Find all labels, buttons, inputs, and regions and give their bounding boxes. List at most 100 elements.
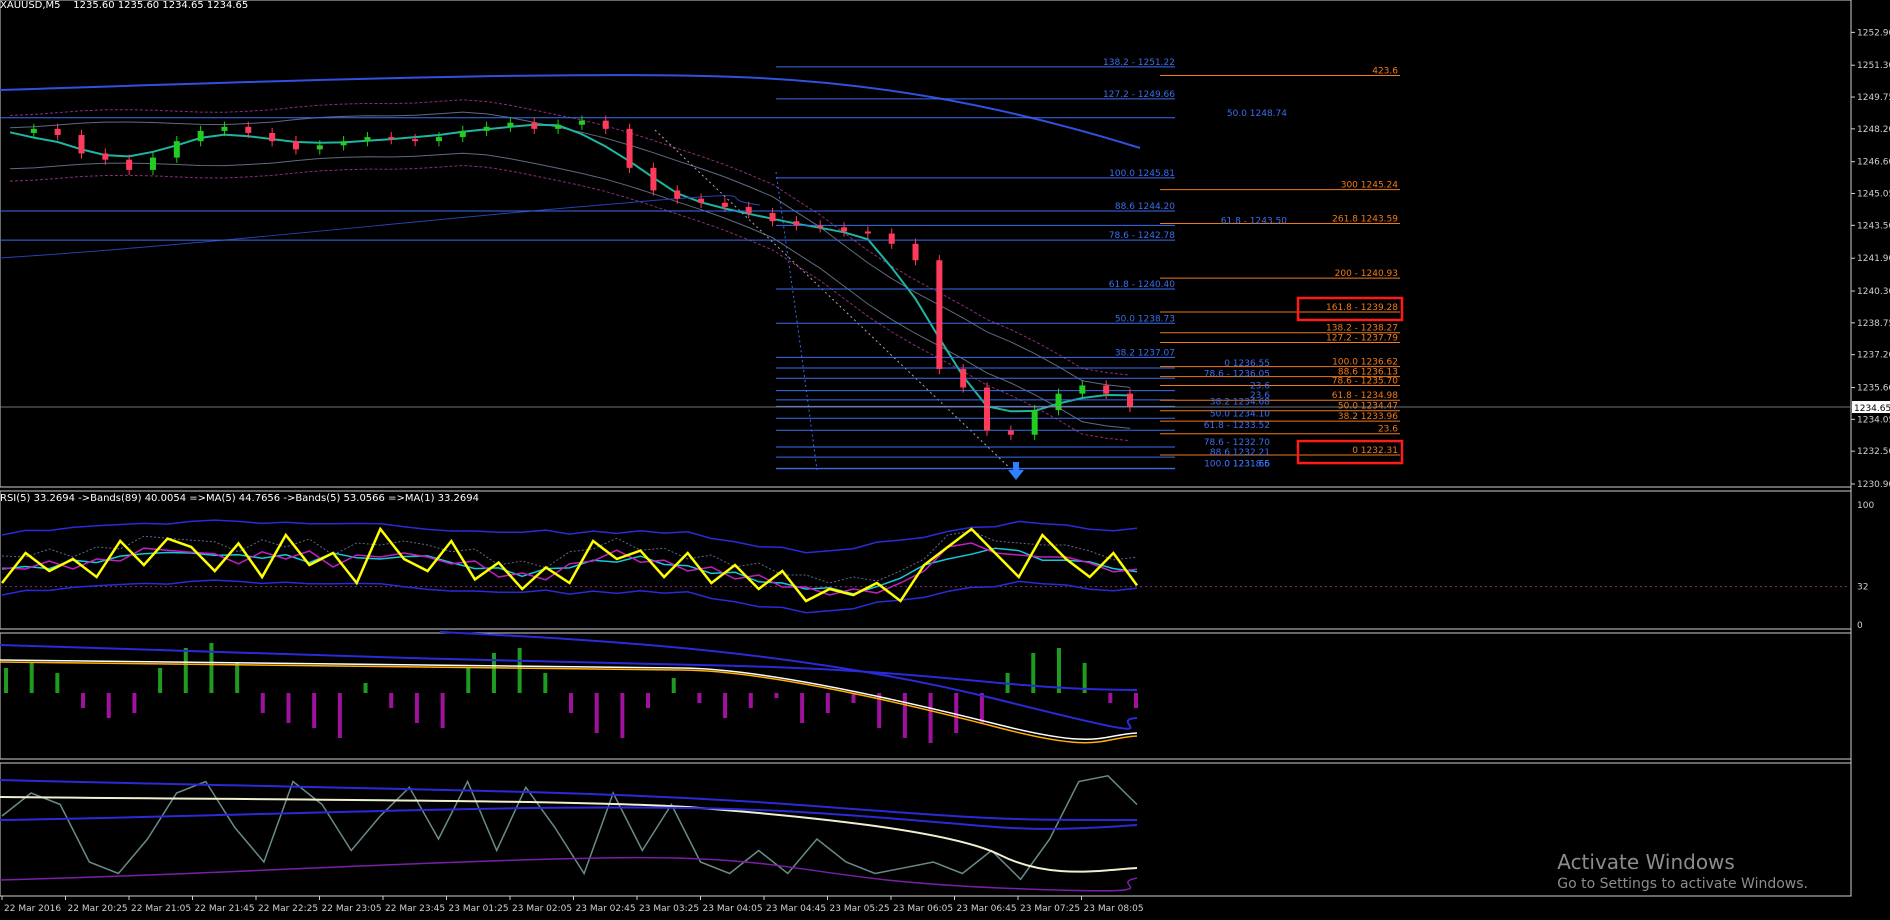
candle-body [698,198,705,203]
macd-histogram-bar [1134,693,1138,708]
time-tick-label: 22 Mar 20:25 [68,904,128,914]
fib-label-orange: 78.6 - 1235.70 [1332,376,1398,386]
macd-histogram-bar [337,693,342,738]
macd-histogram-bar [260,693,265,713]
fib-label-orange: 61.8 - 1234.98 [1332,391,1398,401]
time-tick-label: 23 Mar 07:25 [1020,904,1080,914]
macd-histogram-bar [491,653,496,693]
fib-label-blue: 0 1236.55 [1224,359,1270,369]
fib-label-blue: 50.0 1238.73 [1115,314,1175,324]
rsi-tick-label: 32 [1857,583,1868,593]
fib-label-orange: 38.2 1233.96 [1338,412,1398,422]
price-tick-label: 1237.20 [1857,351,1890,361]
macd-histogram-bar [132,693,137,713]
candle-body [269,132,276,142]
candle-body [149,157,156,170]
rsi-pane: 100 32 0 [0,501,1874,631]
candle-body [864,231,871,234]
fib-label-orange: 138.2 - 1238.27 [1326,324,1398,334]
candle-body [292,141,299,150]
macd-histogram-bar [723,693,728,718]
candle-body [912,243,919,261]
macd-histogram-bar [697,693,702,703]
fib-label-orange: 300 1245.24 [1341,181,1399,191]
macd-histogram-bar [620,693,625,738]
fib-label-blue: 50.0 1234.10 [1210,409,1270,419]
lower-band-lower [0,856,1138,892]
macd-histogram-bar [851,693,856,703]
macd-histogram-bar [363,683,368,693]
macd-histogram-bar [748,693,753,708]
upper-band [9,99,1131,376]
macd-histogram-bar [440,693,445,728]
rsi-header: RSI(5) 33.2694 ->Bands(89) 40.0054 =>MA(… [0,493,479,504]
candle-body [102,153,109,160]
macd-histogram-bar [209,643,214,693]
candle-body [221,126,228,131]
candle-body [197,130,204,142]
candle-body [459,130,466,138]
price-tick-label: 1252.90 [1857,28,1890,38]
rsi-band-fast-upper [1,530,1138,584]
candles [30,115,1133,440]
watermark-subtitle: Go to Settings to activate Windows. [1557,876,1808,892]
macd-histogram-bar [1056,648,1061,693]
fib-label-blue: 61.8 - 1243.50 [1221,216,1287,226]
symbol-label: XAUUSD,M5 [0,0,61,11]
candle-body [245,126,252,133]
rsi-line [1,526,1139,603]
chart-canvas: 138.2 - 1251.22 127.2 - 1249.66 50.0 1248.… [0,0,1890,914]
rsi-band-lower [1,579,1138,614]
macd-histogram-bar [1108,693,1113,703]
candle-body [721,202,728,207]
candle-body [1007,430,1014,435]
lower-band-mid [0,806,1138,830]
time-tick-label: 22 Mar 23:45 [385,904,445,914]
fib-label-blue: 50.0 1248.74 [1227,109,1287,119]
lower-band-upper [0,779,1138,821]
time-tick-label: 23 Mar 03:25 [639,904,699,914]
fib-anchor-line [654,129,1013,471]
candle-body [364,137,371,142]
candle-body [984,387,991,431]
candle-body [126,159,133,170]
macd-histogram-bar [979,693,984,723]
candle-body [793,221,800,226]
buy-arrow-icon [1008,462,1024,480]
long-ma-line-lower [0,195,761,259]
candle-body [1103,385,1110,394]
fib-label-blue: 88.6 1244.20 [1115,202,1175,212]
long-ma-line [0,74,1141,149]
ohlc-label: 1235.60 1235.60 1234.65 1234.65 [73,0,249,11]
fib-label-blue: 78.6 - 1236.05 [1204,369,1270,379]
candle-body [674,190,681,199]
price-tick-label: 1245.05 [1857,190,1890,200]
macd-histogram-bar [646,693,651,708]
main-pane-overlays [0,74,1141,471]
fib-label-blue: 38.2 1237.07 [1115,348,1175,358]
price-tick-label: 1230.90 [1857,480,1890,490]
fib-label-orange: 261.8 1243.59 [1332,214,1398,224]
macd-histogram-bar [954,693,959,733]
lower-oscillator-line [1,774,1138,881]
macd-line [0,661,1138,744]
macd-histogram-bar [389,693,394,708]
price-tick-label: 1235.60 [1857,384,1890,394]
candle-body [769,213,776,222]
watermark-title: Activate Windows [1557,850,1735,874]
candle-body [1079,385,1086,394]
activate-windows-watermark: Activate Windows Go to Settings to activ… [1557,850,1808,892]
candle-body [888,233,895,244]
candle-body [578,120,585,125]
candle-body [626,128,633,168]
fib-label-blue: 8.6 [1256,460,1271,470]
price-tick-label: 1232.50 [1857,447,1890,457]
time-tick-label: 22 Mar 22:25 [258,904,318,914]
candle-body [507,122,514,127]
candle-body [555,124,562,129]
time-tick-label: 22 Mar 21:45 [195,904,255,914]
candle-body [817,225,824,228]
time-tick-label: 22 Mar 2016 [4,904,61,914]
macd-histogram-bar [81,693,86,708]
macd-histogram-bar [466,668,471,693]
